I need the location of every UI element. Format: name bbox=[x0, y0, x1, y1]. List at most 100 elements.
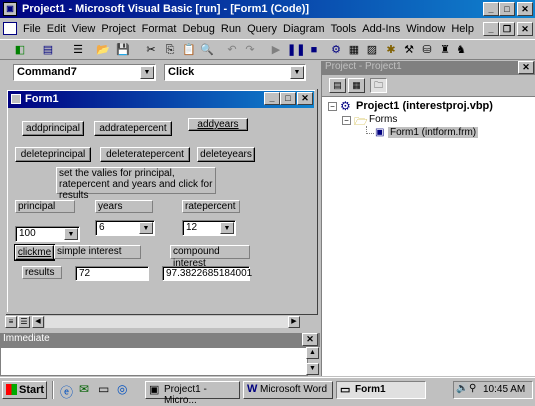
chevron-down-icon[interactable]: ▼ bbox=[139, 222, 153, 234]
open-icon[interactable]: 📂 bbox=[95, 43, 111, 58]
project-close-button[interactable]: ✕ bbox=[518, 61, 534, 74]
addprincipal-button[interactable]: addprincipal bbox=[22, 121, 84, 136]
tree-form-file[interactable]: Form1 (intform.frm) bbox=[388, 127, 479, 138]
visual-component-icon[interactable]: ♞ bbox=[453, 43, 469, 58]
full-module-view-icon[interactable]: ☰ bbox=[18, 316, 30, 328]
object-browser-icon[interactable]: ✱ bbox=[383, 43, 399, 58]
compound-interest-result[interactable]: 97.3822685184001 bbox=[162, 266, 252, 281]
start-button[interactable]: Start bbox=[2, 381, 47, 399]
view-object-icon[interactable]: ▦ bbox=[348, 78, 365, 93]
chevron-down-icon[interactable]: ▼ bbox=[220, 222, 234, 234]
save-icon[interactable]: 💾 bbox=[115, 43, 131, 58]
toolbar: ◧ ▤ ☰ 📂 💾 ✂ ⎘ 📋 🔍 ↶ ↷ ▶ ❚❚ ■ ⚙ ▦ ▨ ✱ ⚒ ⛁… bbox=[0, 39, 535, 60]
show-desktop-icon[interactable]: ▭ bbox=[98, 382, 109, 396]
menu-query[interactable]: Query bbox=[244, 21, 280, 37]
find-icon[interactable]: 🔍 bbox=[199, 43, 215, 58]
scroll-right-icon[interactable]: ▶ bbox=[288, 316, 300, 328]
taskbar: Start ⓔ ✉ ▭ ◎ ▣ Project1 - Micro... W Mi… bbox=[0, 377, 535, 406]
maximize-button[interactable]: □ bbox=[499, 2, 515, 16]
cut-icon[interactable]: ✂ bbox=[143, 43, 159, 58]
network-icon[interactable]: ⚲ bbox=[469, 383, 476, 394]
menu-project[interactable]: Project bbox=[98, 21, 138, 37]
add-form-icon[interactable]: ▤ bbox=[40, 43, 56, 58]
menu-format[interactable]: Format bbox=[139, 21, 180, 37]
paste-icon[interactable]: 📋 bbox=[181, 43, 197, 58]
channels-icon[interactable]: ◎ bbox=[117, 382, 127, 396]
redo-icon[interactable]: ↷ bbox=[242, 43, 258, 58]
horizontal-scrollbar[interactable] bbox=[45, 316, 288, 328]
taskbar-word-button[interactable]: W Microsoft Word bbox=[243, 381, 333, 399]
break-icon[interactable]: ❚❚ bbox=[287, 43, 305, 58]
addratepercent-button[interactable]: addratepercent bbox=[94, 121, 172, 136]
collapse-icon[interactable]: − bbox=[328, 102, 337, 111]
menu-tools[interactable]: Tools bbox=[328, 21, 360, 37]
addyears-button[interactable]: addyears bbox=[188, 118, 248, 131]
toolbox-icon[interactable]: ⚒ bbox=[401, 43, 417, 58]
chevron-down-icon[interactable]: ▼ bbox=[64, 228, 78, 240]
code-window: Command7 ▼ Click ▼ Form1 _ □ ✕ addprinci… bbox=[0, 61, 320, 334]
menu-debug[interactable]: Debug bbox=[179, 21, 217, 37]
internet-explorer-icon[interactable]: ⓔ bbox=[60, 382, 73, 401]
menu-bar: File Edit View Project Format Debug Run Query Di… bbox=[0, 20, 535, 38]
form-layout-icon[interactable]: ▨ bbox=[364, 43, 380, 58]
taskbar-vb-button[interactable]: ▣ Project1 - Micro... bbox=[145, 381, 240, 406]
minimize-button[interactable]: _ bbox=[483, 2, 499, 16]
form-close-button[interactable]: ✕ bbox=[297, 92, 313, 105]
run-icon[interactable]: ▶ bbox=[268, 43, 284, 58]
years-combo[interactable]: 6 ▼ bbox=[95, 220, 155, 236]
deleteyears-button[interactable]: deleteyears bbox=[197, 147, 255, 162]
taskbar-form1-button[interactable]: ▭ Form1 bbox=[336, 381, 426, 399]
menu-addins[interactable]: Add-Ins bbox=[359, 21, 403, 37]
stop-icon[interactable]: ■ bbox=[306, 43, 322, 58]
tree-forms-folder[interactable]: Forms bbox=[369, 114, 397, 125]
child-minimize-button[interactable]: _ bbox=[483, 22, 499, 36]
principal-combo[interactable]: 100 ▼ bbox=[15, 226, 80, 242]
immediate-close-button[interactable]: ✕ bbox=[302, 333, 318, 346]
tree-project-root[interactable]: Project1 (interestproj.vbp) bbox=[356, 100, 493, 112]
immediate-pane[interactable] bbox=[0, 347, 308, 376]
form-minimize-button[interactable]: _ bbox=[264, 92, 280, 105]
menu-view[interactable]: View bbox=[69, 21, 99, 37]
data-view-icon[interactable]: ⛁ bbox=[419, 43, 435, 58]
toggle-folders-icon[interactable]: 🗀 bbox=[370, 78, 387, 93]
volume-icon[interactable]: 🔊 bbox=[456, 383, 468, 394]
taskbar-vb-label: Project1 - Micro... bbox=[164, 384, 207, 406]
child-close-button[interactable]: ✕ bbox=[517, 22, 533, 36]
menu-run[interactable]: Run bbox=[218, 21, 244, 37]
undo-icon[interactable]: ↶ bbox=[224, 43, 240, 58]
object-combo[interactable]: Command7 ▼ bbox=[13, 64, 156, 81]
properties-icon[interactable]: ▦ bbox=[346, 43, 362, 58]
chevron-down-icon[interactable]: ▼ bbox=[140, 66, 154, 79]
simple-interest-result[interactable]: 72 bbox=[75, 266, 149, 281]
object-combo-value: Command7 bbox=[17, 66, 77, 78]
clock[interactable]: 10:45 AM bbox=[483, 384, 525, 395]
menu-diagram[interactable]: Diagram bbox=[280, 21, 328, 37]
view-code-icon[interactable]: ▤ bbox=[329, 78, 346, 93]
menu-edit[interactable]: Edit bbox=[44, 21, 69, 37]
child-restore-button[interactable]: ❐ bbox=[499, 22, 515, 36]
scroll-left-icon[interactable]: ◀ bbox=[32, 316, 44, 328]
clickme-button[interactable]: clickme bbox=[14, 244, 55, 261]
form-maximize-button[interactable]: □ bbox=[280, 92, 296, 105]
deleteratepercent-button[interactable]: deleteratepercent bbox=[100, 147, 190, 162]
menu-editor-icon[interactable]: ☰ bbox=[70, 43, 86, 58]
quicklaunch-separator bbox=[52, 381, 54, 399]
procedure-combo[interactable]: Click ▼ bbox=[164, 64, 306, 81]
menu-file[interactable]: File bbox=[20, 21, 44, 37]
immediate-scroll-down-icon[interactable]: ▼ bbox=[306, 363, 319, 375]
copy-icon[interactable]: ⎘ bbox=[162, 43, 178, 58]
outlook-express-icon[interactable]: ✉ bbox=[79, 382, 89, 396]
procedure-view-icon[interactable]: ≡ bbox=[5, 316, 17, 328]
deleteprincipal-button[interactable]: deleteprincipal bbox=[15, 147, 91, 162]
collapse-icon[interactable]: − bbox=[342, 116, 351, 125]
component-manager-icon[interactable]: ♜ bbox=[437, 43, 453, 58]
compound-interest-label: compound interest bbox=[170, 245, 250, 269]
project-explorer-icon[interactable]: ⚙ bbox=[328, 43, 344, 58]
ratepercent-combo[interactable]: 12 ▼ bbox=[182, 220, 236, 236]
chevron-down-icon[interactable]: ▼ bbox=[290, 66, 304, 79]
menu-help[interactable]: Help bbox=[448, 21, 477, 37]
close-button[interactable]: ✕ bbox=[517, 2, 533, 16]
add-project-icon[interactable]: ◧ bbox=[12, 43, 28, 58]
menu-window[interactable]: Window bbox=[403, 21, 448, 37]
immediate-scroll-up-icon[interactable]: ▲ bbox=[306, 347, 319, 359]
